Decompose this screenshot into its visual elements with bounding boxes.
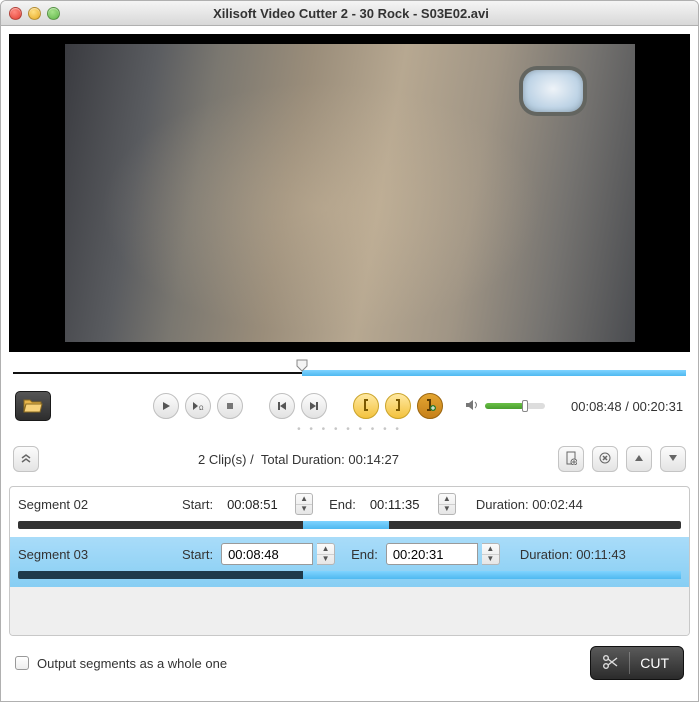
close-window-button[interactable] xyxy=(9,7,22,20)
set-end-point-button[interactable] xyxy=(385,393,411,419)
segment-range-bar xyxy=(18,571,681,579)
skip-prev-icon xyxy=(277,401,287,411)
stop-icon xyxy=(225,401,235,411)
window-controls xyxy=(9,7,60,20)
minimize-window-button[interactable] xyxy=(28,7,41,20)
volume-icon[interactable] xyxy=(465,399,479,414)
video-frame xyxy=(65,44,635,342)
segments-empty-area xyxy=(10,587,689,635)
segment-start-value: 00:08:51 xyxy=(221,497,291,512)
video-preview[interactable] xyxy=(9,34,690,352)
segment-row[interactable]: Segment 03 Start: ▲▼ End: ▲▼ Duration: 0… xyxy=(10,537,689,587)
window-title: Xilisoft Video Cutter 2 - 30 Rock - S03E… xyxy=(72,6,690,21)
output-whole-label: Output segments as a whole one xyxy=(37,656,227,671)
play-to-end-icon: Ω xyxy=(192,401,204,411)
segment-row[interactable]: Segment 02 Start: 00:08:51 ▲▼ End: 00:11:… xyxy=(10,487,689,537)
play-button[interactable] xyxy=(153,393,179,419)
stop-button[interactable] xyxy=(217,393,243,419)
cut-button[interactable]: CUT xyxy=(590,646,684,680)
move-up-button[interactable] xyxy=(626,446,652,472)
timeline-track[interactable] xyxy=(13,360,686,380)
timeline-container xyxy=(9,352,690,384)
segment-start-label: Start: xyxy=(182,497,213,512)
playback-time: 00:08:48 / 00:20:31 xyxy=(571,399,683,414)
next-frame-button[interactable] xyxy=(301,393,327,419)
segments-list: Segment 02 Start: 00:08:51 ▲▼ End: 00:11:… xyxy=(9,486,690,636)
folder-open-icon xyxy=(23,397,43,416)
chevron-double-up-icon xyxy=(20,452,32,467)
segment-duration: Duration: 00:02:44 xyxy=(476,497,583,512)
segment-range-bar xyxy=(18,521,681,529)
segment-end-stepper[interactable]: ▲▼ xyxy=(482,543,500,565)
segment-start-stepper[interactable]: ▲▼ xyxy=(317,543,335,565)
skip-next-icon xyxy=(309,401,319,411)
play-end-button[interactable]: Ω xyxy=(185,393,211,419)
svg-text:Ω: Ω xyxy=(199,406,204,411)
triangle-down-icon xyxy=(667,452,679,466)
zoom-window-button[interactable] xyxy=(47,7,60,20)
segment-start-stepper[interactable]: ▲▼ xyxy=(295,493,313,515)
collapse-panel-button[interactable] xyxy=(13,446,39,472)
segment-name: Segment 02 xyxy=(18,497,178,512)
clips-summary-text: 2 Clip(s) / Total Duration: 00:14:27 xyxy=(39,452,558,467)
cut-button-label: CUT xyxy=(640,655,669,671)
titlebar: Xilisoft Video Cutter 2 - 30 Rock - S03E… xyxy=(1,1,698,26)
bracket-add-icon xyxy=(424,399,436,414)
set-start-point-button[interactable] xyxy=(353,393,379,419)
segment-end-value: 00:11:35 xyxy=(364,497,434,512)
bracket-open-icon xyxy=(361,399,371,414)
footer-bar: Output segments as a whole one CUT xyxy=(9,636,690,680)
current-time: 00:08:48 xyxy=(571,399,622,414)
volume-slider[interactable] xyxy=(485,403,545,409)
move-down-button[interactable] xyxy=(660,446,686,472)
page-add-icon xyxy=(565,451,577,468)
panel-drag-dots[interactable]: • • • • • • • • • xyxy=(9,424,690,434)
segment-name: Segment 03 xyxy=(18,547,178,562)
delete-clip-button[interactable] xyxy=(592,446,618,472)
segment-duration: Duration: 00:11:43 xyxy=(520,547,626,562)
add-clip-button[interactable] xyxy=(558,446,584,472)
content-area: Ω xyxy=(1,26,698,690)
segment-start-input[interactable] xyxy=(221,543,313,565)
segment-end-input[interactable] xyxy=(386,543,478,565)
output-whole-checkbox[interactable] xyxy=(15,656,29,670)
playback-toolbar: Ω xyxy=(9,384,690,428)
bracket-close-icon xyxy=(393,399,403,414)
delete-x-icon xyxy=(599,452,611,467)
volume-control xyxy=(465,399,545,414)
segment-start-label: Start: xyxy=(182,547,213,562)
triangle-up-icon xyxy=(633,452,645,466)
open-file-button[interactable] xyxy=(15,391,51,421)
timeline-playhead-handle[interactable] xyxy=(295,358,309,372)
volume-thumb[interactable] xyxy=(522,400,528,412)
segment-end-label: End: xyxy=(329,497,356,512)
prev-frame-button[interactable] xyxy=(269,393,295,419)
segment-end-label: End: xyxy=(351,547,378,562)
summary-bar: 2 Clip(s) / Total Duration: 00:14:27 xyxy=(9,438,690,480)
segment-end-stepper[interactable]: ▲▼ xyxy=(438,493,456,515)
app-window: Xilisoft Video Cutter 2 - 30 Rock - S03E… xyxy=(0,0,699,702)
play-icon xyxy=(161,401,171,411)
scissors-icon xyxy=(601,653,619,674)
total-time: 00:20:31 xyxy=(632,399,683,414)
new-segment-button[interactable] xyxy=(417,393,443,419)
